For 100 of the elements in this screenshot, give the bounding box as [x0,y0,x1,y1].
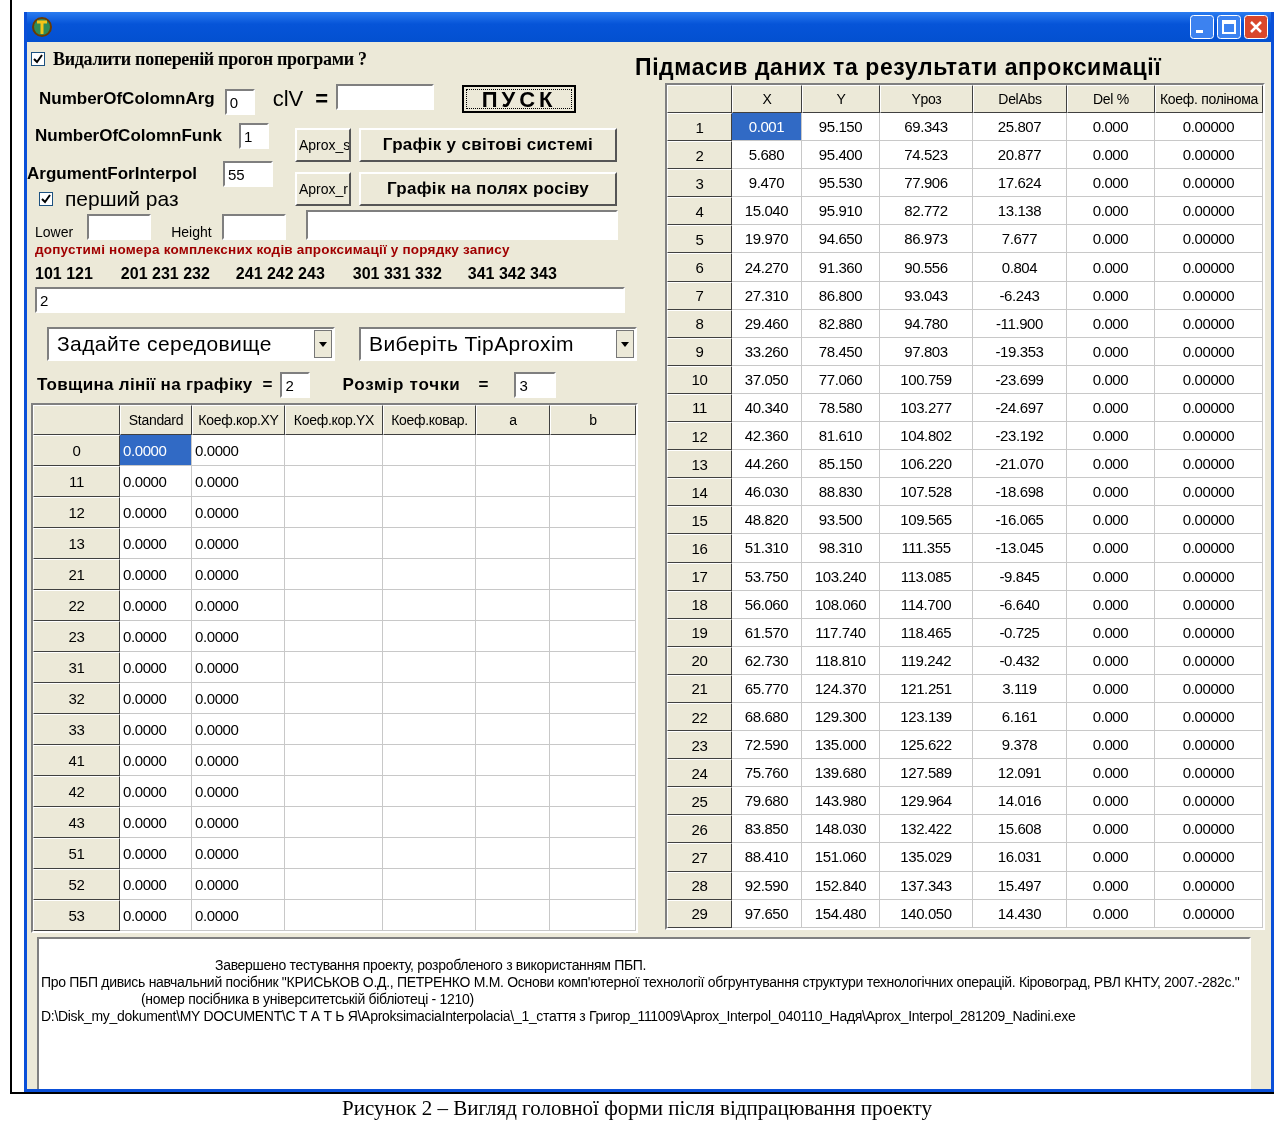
table-cell: 65.770 [732,674,802,703]
table-cell: 118.810 [802,646,880,675]
table-cell: 78.450 [802,337,880,366]
table-cell: 0.00000 [1155,337,1263,366]
table-cell: 17.624 [973,169,1067,198]
checkbox[interactable] [31,52,45,66]
table-cell: 68.680 [732,702,802,732]
column-header: DelAbs [973,85,1067,113]
table-cell: 95.150 [802,113,880,142]
row-header: 52 [33,869,120,900]
close-icon[interactable] [1244,15,1268,39]
table-cell: 12.091 [973,759,1067,788]
table-cell: 0.0000 [120,900,192,931]
memo-line: Завершено тестування проекту, розробленого з використанням ПБП. [214,957,648,974]
table-cell: 0.000 [1067,141,1155,170]
row-header: 53 [33,900,120,931]
table-cell: 109.565 [880,506,973,535]
table-cell: 137.343 [880,871,973,900]
table-cell: 0.000 [1067,169,1155,198]
input-field[interactable] [87,214,152,240]
table-cell: -0.432 [973,646,1067,675]
column-header: a [476,405,550,435]
row-header: 21 [667,674,732,703]
table-cell: 0.000 [1067,590,1155,619]
input-field[interactable]: 2 [280,372,311,398]
table-cell: 15.497 [973,871,1067,900]
table-cell: 0.00000 [1155,309,1263,338]
table-cell: 0.0000 [192,435,285,466]
table-cell: 0.000 [1067,731,1155,760]
row-header: 5 [667,225,732,254]
input-field[interactable] [336,84,435,110]
input-field[interactable] [221,214,286,240]
table-cell: 15.608 [973,815,1067,844]
table-cell: 129.964 [880,787,973,816]
maximize-icon[interactable] [1217,15,1241,39]
equals-sign: = [262,375,273,395]
table-cell: 0.000 [1067,197,1155,226]
table-cell: 91.360 [802,253,880,282]
table-cell: 90.556 [880,253,973,282]
chart-button[interactable]: Графік на полях росіву [359,172,617,206]
table-cell: 16.031 [973,843,1067,872]
row-header: 26 [667,815,732,844]
table-cell: 72.590 [732,731,802,760]
table-cell: 9.470 [732,169,802,198]
table-cell: 103.240 [802,562,880,591]
table-cell: 79.680 [732,787,802,816]
table-cell: 0.0000 [120,652,192,683]
field-label: Height [171,224,212,240]
field-label: NumberOfColomnFunk [35,126,223,146]
row-header: 4 [667,197,732,226]
table-cell: 94.780 [880,309,973,338]
input-field[interactable]: 3 [514,372,557,398]
table-cell: 0.0000 [120,435,192,466]
table-cell: 0.000 [1067,871,1155,900]
table-cell: 85.150 [802,450,880,479]
table-cell: 75.760 [732,759,802,788]
table-cell: 152.840 [802,871,880,900]
input-field[interactable]: 55 [223,161,273,187]
column-header: Del % [1067,85,1155,113]
table-cell: 0.000 [1067,787,1155,816]
row-header: 13 [667,450,732,479]
table-cell: 108.060 [802,590,880,619]
table-cell: -11.900 [973,309,1067,338]
start-button[interactable]: ПУСК [462,85,577,113]
aprox-button[interactable]: Aprox_r [295,172,351,206]
table-cell: 0.00000 [1155,759,1263,788]
table-cell: 148.030 [802,815,880,844]
column-header: Коеф. полінома [1155,85,1263,113]
input-field[interactable]: 2 [35,287,625,313]
checkbox[interactable] [39,192,53,206]
table-cell: 0.00000 [1155,731,1263,760]
row-header: 18 [667,590,732,619]
minimize-icon[interactable] [1190,15,1214,39]
code-list: 201 231 232 [120,265,210,283]
row-header: 51 [33,838,120,869]
column-header: b [550,405,636,435]
table-cell: 0.0000 [120,838,192,869]
table-cell: -9.845 [973,562,1067,591]
aprox-button[interactable]: Aprox_s [295,128,351,162]
dropdown[interactable]: Задайте середовище [47,327,335,361]
table-cell: 0.000 [1067,281,1155,310]
row-header: 9 [667,337,732,366]
table-cell: 0.000 [1067,843,1155,872]
table-cell: 86.973 [880,225,973,254]
row-header: 13 [33,528,120,559]
caret-icon [314,330,332,358]
row-header: 3 [667,169,732,198]
chart-button[interactable]: Графік у світові системі [359,128,617,162]
row-header: 19 [667,618,732,647]
row-header: 1 [667,113,732,142]
table-cell: 0.000 [1067,899,1155,928]
input-field[interactable]: 0 [224,89,255,115]
dropdown[interactable]: Виберіть TipAproxim [359,327,637,361]
input-field[interactable] [305,210,618,240]
table-cell: 40.340 [732,393,802,423]
memo-line: Про ПБП дивись навчальний посібник "КРИСЬКОВ О.Д., ПЕТРЕНКО М.М. Основи комп'ютерної технології обгрунтування структури технологічних операцій. Кіровоград, РВЛ КНТУ, 2007.-282с." [41,974,1241,991]
table-cell: 0.000 [1067,309,1155,338]
table-cell: 5.680 [732,141,802,170]
input-field[interactable]: 1 [239,123,269,149]
table-cell: 111.355 [880,534,973,563]
